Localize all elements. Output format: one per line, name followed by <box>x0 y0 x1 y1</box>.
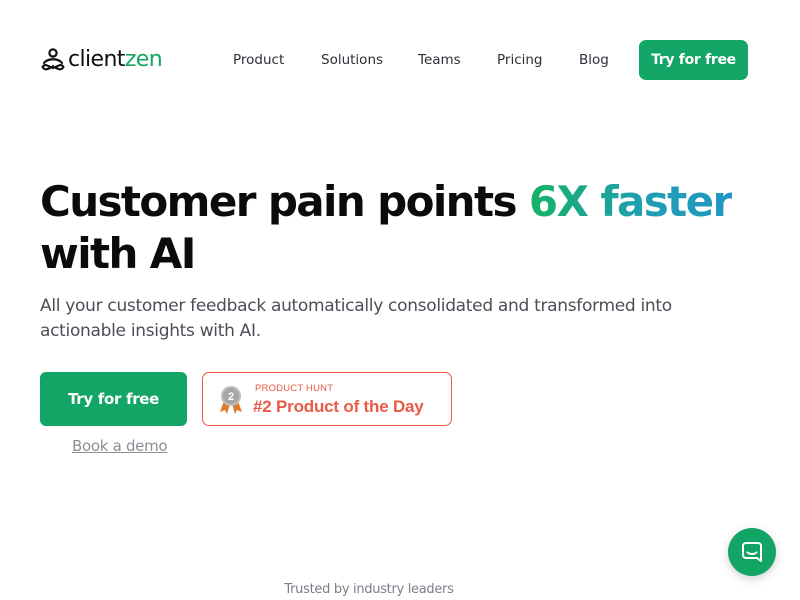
top-navigation: clientzen Product Solutions Teams Pricin… <box>40 40 748 80</box>
hero-title: Customer pain points 6X faster with AI <box>40 176 760 280</box>
brand-name-part1: client <box>68 47 125 72</box>
nav-link-pricing[interactable]: Pricing <box>497 52 543 68</box>
hero-title-part2: with AI <box>40 229 196 278</box>
nav-link-product[interactable]: Product <box>233 52 284 68</box>
nav-try-for-free-button[interactable]: Try for free <box>639 40 748 80</box>
hero-title-part1: Customer pain points <box>40 177 529 226</box>
meditation-figure-icon <box>41 48 65 71</box>
brand-name-part2: zen <box>124 47 163 72</box>
nav-link-teams[interactable]: Teams <box>418 52 461 68</box>
brand-logo[interactable]: clientzen <box>40 46 163 74</box>
chat-bubble-icon <box>742 542 762 562</box>
hero-subtitle: All your customer feedback automatically… <box>40 296 672 341</box>
product-hunt-label: PRODUCT HUNT <box>255 383 334 394</box>
nav-link-solutions[interactable]: Solutions <box>321 52 383 68</box>
brand-wordmark: clientzen <box>68 46 163 74</box>
book-a-demo-link[interactable]: Book a demo <box>72 437 168 455</box>
product-hunt-badge[interactable]: 2 PRODUCT HUNT #2 Product of the Day <box>202 372 452 426</box>
hero-try-for-free-button[interactable]: Try for free <box>40 372 187 426</box>
chat-widget-button[interactable] <box>728 528 776 576</box>
nav-link-blog[interactable]: Blog <box>579 52 609 68</box>
trusted-by-text: Trusted by industry leaders <box>284 582 454 597</box>
medal-icon: 2 <box>220 386 242 414</box>
hero-title-highlight: 6X faster <box>528 177 733 226</box>
product-hunt-title: #2 Product of the Day <box>253 397 424 416</box>
medal-number: 2 <box>228 391 234 403</box>
